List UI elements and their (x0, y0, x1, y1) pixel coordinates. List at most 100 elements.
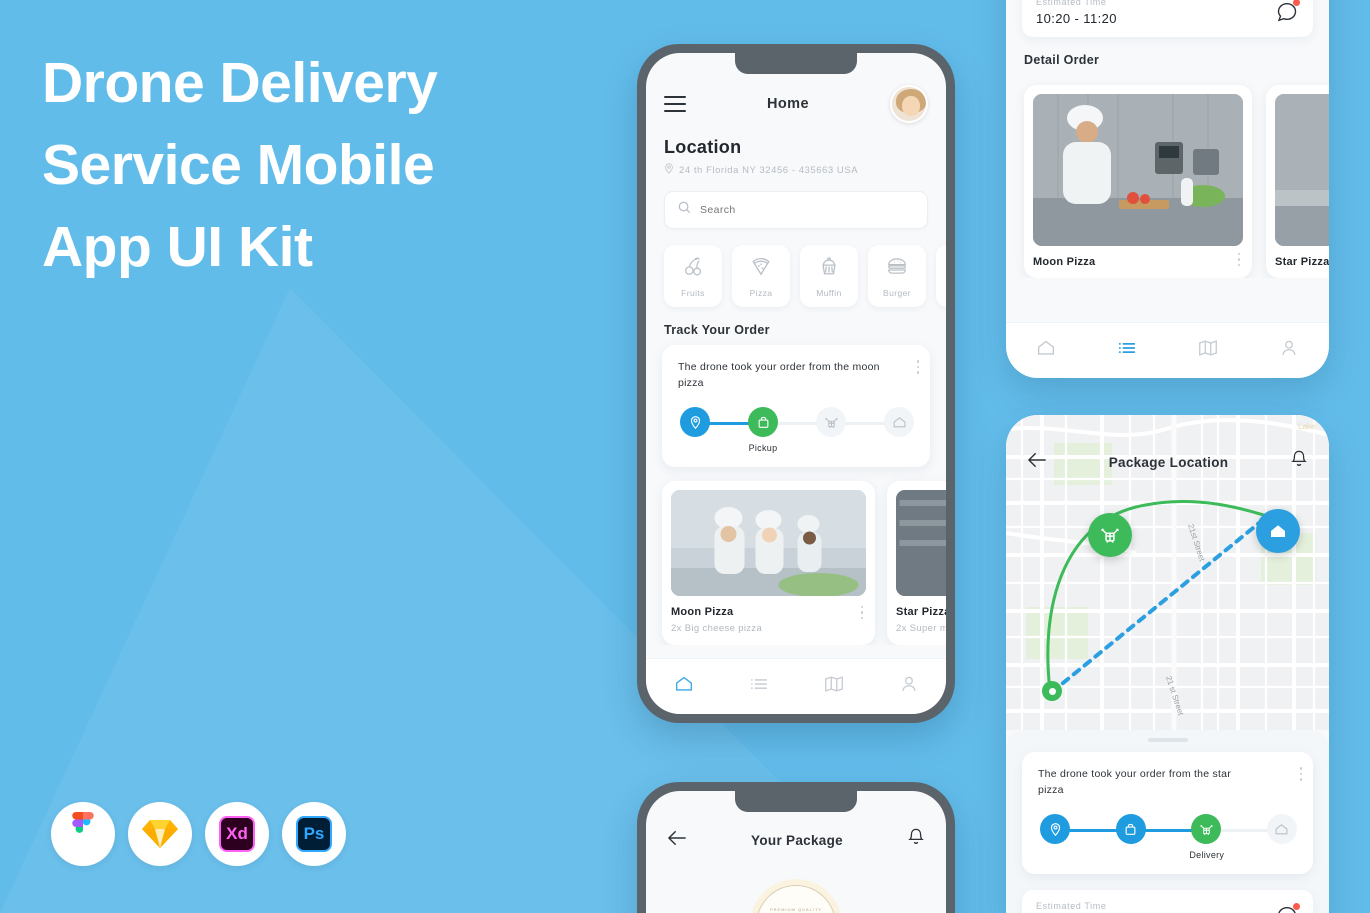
kebab-menu-icon[interactable] (916, 360, 919, 374)
nav-map-icon[interactable] (823, 673, 845, 700)
phone-your-package-screen: Your Package PREMIUM QUALITY PIZZA X (637, 782, 955, 913)
category-pizza[interactable]: Pizza (732, 245, 790, 307)
kebab-menu-icon[interactable] (860, 605, 863, 619)
estimated-time-label: Estimated Time (1036, 901, 1107, 911)
map-pin-icon (1040, 814, 1070, 844)
detail-order-card[interactable]: Moon Pizza (1024, 85, 1252, 278)
figma-icon (68, 812, 98, 856)
nav-home-icon[interactable] (1035, 337, 1057, 364)
notification-badge (1293, 0, 1300, 6)
category-fruits[interactable]: Fruits (664, 245, 722, 307)
chat-bubble-icon[interactable] (1275, 0, 1300, 24)
estimated-time-text: Estimated Time 10:20 - 11:20 (1036, 901, 1117, 913)
kebab-menu-icon[interactable] (1237, 252, 1240, 266)
step-label: Pickup (748, 443, 778, 453)
search-bar[interactable] (664, 191, 928, 229)
nav-list-icon[interactable] (748, 673, 770, 700)
bag-icon (748, 407, 778, 437)
restaurant-card[interactable]: Moon Pizza 2x Big cheese pizza (662, 481, 875, 645)
nav-map-icon[interactable] (1197, 337, 1219, 364)
category-pasta[interactable]: Pas (936, 245, 946, 307)
chat-bubble-icon[interactable] (1275, 902, 1300, 913)
detail-order-name: Star Pizza (1275, 256, 1329, 268)
estimated-time-card[interactable]: Estimated Time 10:20 - 11:20 (1022, 890, 1313, 913)
origin-marker[interactable] (1042, 681, 1062, 701)
tool-badges: Xd Ps (51, 802, 346, 866)
detail-order-title: Detail Order (1024, 53, 1100, 67)
map-pin-icon (664, 163, 674, 177)
drone-marker[interactable] (1088, 513, 1132, 557)
detail-order-card-list[interactable]: Moon Pizza Star Pizza (1006, 75, 1329, 278)
search-input[interactable] (700, 204, 914, 216)
bell-icon[interactable] (906, 827, 926, 853)
bottom-navigation[interactable] (646, 658, 946, 714)
step-drone[interactable] (814, 407, 848, 437)
nav-home-icon[interactable] (673, 673, 695, 700)
drone-icon (1191, 814, 1222, 844)
cupcake-icon (818, 255, 840, 282)
step-pickup[interactable]: Pickup (746, 407, 780, 453)
restaurant-card[interactable]: Star Pizza 2x Super mix (887, 481, 946, 645)
search-icon (678, 201, 691, 219)
page-title-home: Home (767, 96, 809, 112)
step-delivery[interactable]: Delivery (1189, 814, 1224, 860)
notification-badge (1293, 902, 1300, 910)
location-address: 24 th Florida NY 32456 - 435663 USA (679, 164, 859, 176)
adobe-xd-badge[interactable]: Xd (205, 802, 269, 866)
page-title-line-1: Drone Delivery (42, 51, 438, 115)
photoshop-icon: Ps (296, 816, 332, 852)
restaurant-card-list[interactable]: Moon Pizza 2x Big cheese pizza Star Pizz… (646, 467, 946, 645)
phone-package-location-screen: 21st Street 21 st Street Lake Package Lo… (1006, 415, 1329, 913)
bell-icon[interactable] (1289, 449, 1309, 475)
phone-detail-order-screen: Pickup Estimated Time 10:20 - 11:20 Deta… (1006, 0, 1329, 378)
delivery-steps: Delivery (1038, 814, 1299, 860)
category-label: Fruits (681, 287, 705, 298)
track-message: The drone took your order from the moon … (678, 361, 880, 389)
figma-badge[interactable] (51, 802, 115, 866)
arrow-left-icon[interactable] (1026, 451, 1048, 474)
photoshop-badge[interactable]: Ps (282, 802, 346, 866)
sketch-badge[interactable] (128, 802, 192, 866)
avatar[interactable] (890, 85, 928, 123)
step-home[interactable] (1265, 814, 1299, 844)
restaurant-name: Star Pizza (896, 606, 946, 618)
restaurant-name: Moon Pizza (671, 606, 734, 618)
step-location[interactable] (1038, 814, 1072, 844)
arrow-left-icon[interactable] (666, 829, 688, 852)
cherries-icon (682, 255, 704, 282)
detail-order-name: Moon Pizza (1033, 256, 1096, 268)
track-order-card[interactable]: The drone took your order from the star … (1022, 752, 1313, 874)
step-pickup[interactable] (1114, 814, 1148, 844)
category-list[interactable]: Fruits Pizza Muffin Burger (646, 229, 946, 313)
restaurant-photo (671, 490, 866, 596)
nav-list-icon[interactable] (1116, 337, 1138, 364)
category-muffin[interactable]: Muffin (800, 245, 858, 307)
phone-home-screen: Home Location 24 th Florida NY 32456 - 4… (637, 44, 955, 723)
nav-profile-icon[interactable] (1278, 337, 1300, 364)
location-heading: Location (664, 137, 742, 157)
restaurant-order: 2x Super mix (896, 623, 946, 634)
pizza-slice-icon (750, 255, 772, 282)
estimated-time-card[interactable]: Estimated Time 10:20 - 11:20 (1022, 0, 1313, 37)
map-pin-icon (680, 407, 710, 437)
track-order-card[interactable]: The drone took your order from the moon … (662, 345, 930, 467)
logo-top-text: PREMIUM QUALITY (769, 906, 823, 912)
adobe-xd-icon: Xd (219, 816, 255, 852)
sheet-grabber[interactable] (1147, 738, 1188, 742)
ui-kit-presentation: Drone Delivery Service Mobile App UI Kit (0, 0, 1370, 913)
home-marker[interactable] (1256, 509, 1300, 553)
bag-icon (1115, 814, 1146, 844)
category-burger[interactable]: Burger (868, 245, 926, 307)
page-title-package-location: Package Location (1108, 454, 1229, 470)
kebab-menu-icon[interactable] (1299, 767, 1302, 781)
map-topbar: Package Location (1006, 415, 1329, 487)
bottom-navigation[interactable] (1006, 322, 1329, 378)
step-location[interactable] (678, 407, 712, 437)
hamburger-icon[interactable] (664, 96, 686, 112)
phone-notch (735, 53, 857, 74)
step-home[interactable] (882, 407, 916, 437)
nav-profile-icon[interactable] (898, 673, 920, 700)
track-message: The drone took your order from the star … (1038, 768, 1232, 796)
restaurant-photo (896, 490, 946, 596)
detail-order-card[interactable]: Star Pizza (1266, 85, 1329, 278)
